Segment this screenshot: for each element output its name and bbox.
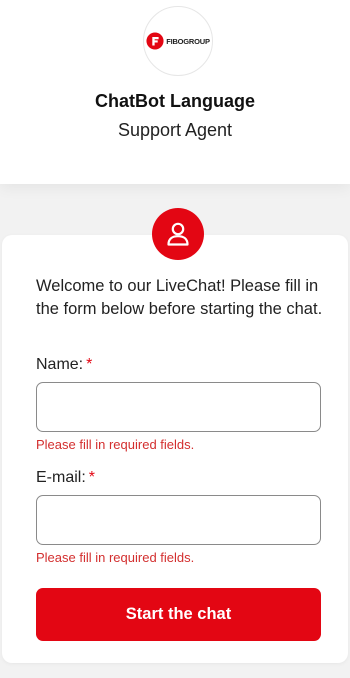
- agent-subtitle: Support Agent: [117, 120, 233, 140]
- name-error-message: Please fill in required fields.: [36, 437, 195, 452]
- email-input[interactable]: [36, 495, 321, 545]
- email-label-text: E-mail:: [36, 469, 86, 486]
- agent-title: ChatBot Language: [95, 91, 255, 111]
- start-chat-button[interactable]: Start the chat: [36, 588, 321, 641]
- user-icon: [167, 222, 189, 246]
- required-marker: *: [88, 469, 96, 486]
- chat-header: FIBOGROUP ChatBot Language Support Agent: [0, 0, 350, 184]
- email-error-message: Please fill in required fields.: [36, 550, 195, 565]
- welcome-message: Welcome to our LiveChat! Please fill in …: [36, 277, 323, 318]
- user-avatar: [152, 208, 204, 260]
- name-input[interactable]: [36, 382, 321, 432]
- required-marker: *: [86, 356, 93, 373]
- name-label-text: Name:: [36, 356, 84, 373]
- fibogroup-logo-icon: [146, 32, 164, 50]
- email-label: E-mail: *: [36, 469, 95, 487]
- logo-text: FIBOGROUP: [166, 36, 210, 46]
- name-label: Name: *: [36, 356, 92, 374]
- company-logo: FIBOGROUP: [143, 6, 213, 76]
